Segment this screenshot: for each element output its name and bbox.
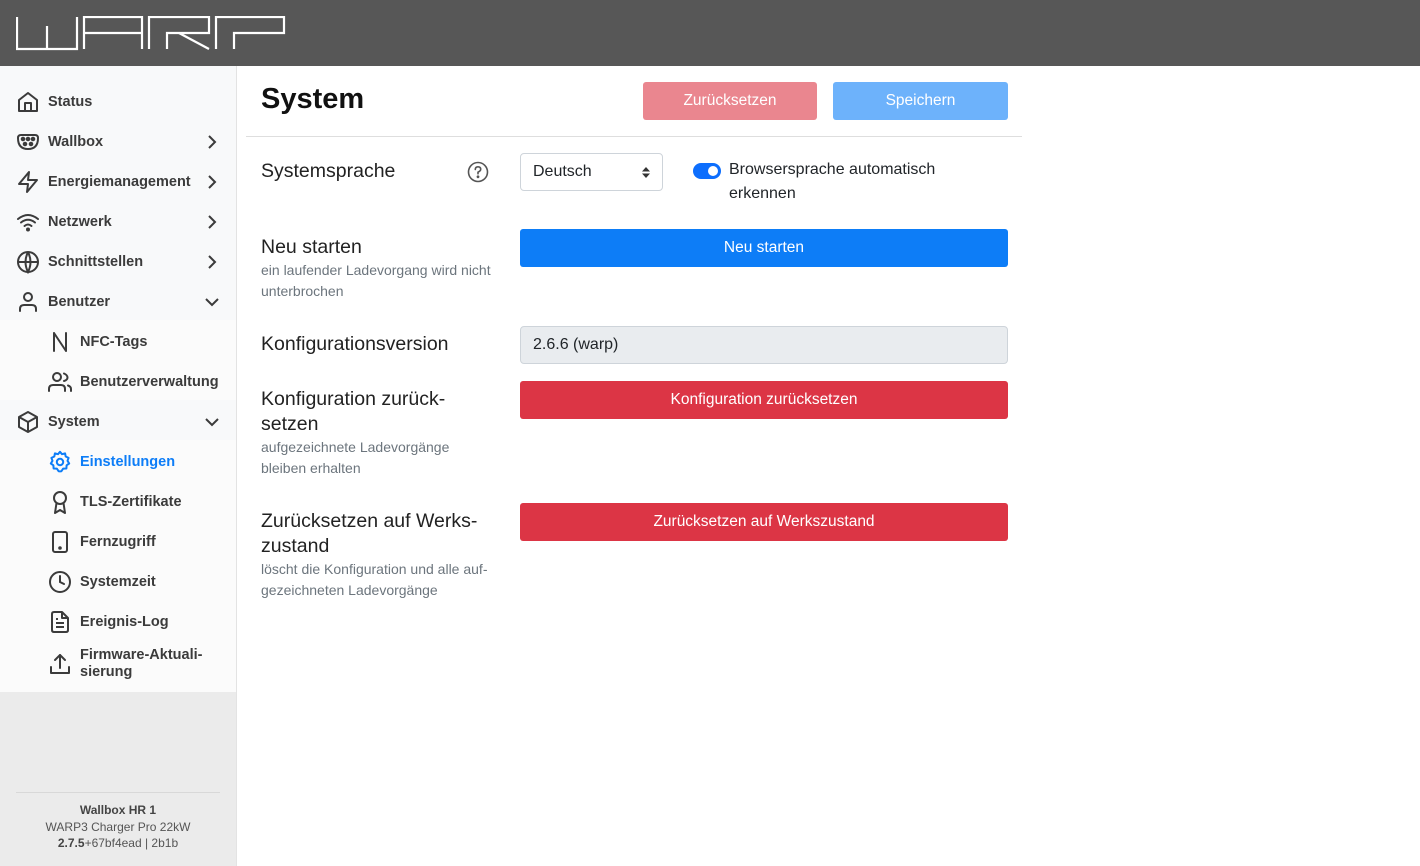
- restart-button[interactable]: Neu starten: [520, 229, 1008, 267]
- factory-reset-button[interactable]: Zurücksetzen auf Werkszustand: [520, 503, 1008, 541]
- device-name: Wallbox HR 1: [79, 803, 157, 817]
- auto-detect-toggle[interactable]: [693, 163, 721, 179]
- sidebar-item-firmware[interactable]: Firmware-Aktuali-sierung: [0, 642, 236, 686]
- factory-reset-label: Zurücksetzen auf Werks-zustand: [261, 510, 478, 557]
- toggle-knob: [708, 166, 718, 176]
- gear-icon: [49, 450, 71, 473]
- sidebar-item-label: Benutzerverwaltung: [80, 374, 219, 390]
- device-model: WARP3 Charger Pro 22kW: [45, 819, 191, 834]
- restart-hint: ein laufender Ladevorgang wird nicht unt…: [261, 262, 491, 299]
- sidebar-item-schnittstellen[interactable]: Schnittstellen: [0, 242, 236, 282]
- sidebar-item-einstellungen[interactable]: Einstellungen: [0, 442, 236, 482]
- chevron-right-icon: [208, 255, 217, 269]
- tablet-icon: [52, 531, 68, 553]
- sidebar-footer: Wallbox HR 1 WARP3 Charger Pro 22kW 2.7.…: [16, 792, 220, 852]
- auto-detect-label: Browsersprache automatisch erkennen: [729, 161, 936, 202]
- sidebar-item-label: NFC-Tags: [80, 334, 148, 350]
- factory-reset-hint: löscht die Konfiguration und alle auf­ge…: [261, 561, 488, 598]
- sidebar-item-label: Firmware-Aktuali-sierung: [80, 647, 203, 680]
- top-bar: [0, 0, 1420, 66]
- sidebar-item-label: Ereignis-Log: [80, 614, 169, 630]
- sidebar-item-label: Schnittstellen: [48, 254, 144, 270]
- sidebar-item-label: Wallbox: [48, 134, 104, 150]
- user-icon: [19, 292, 37, 312]
- config-reset-label: Konfiguration zurück-setzen: [261, 388, 446, 435]
- globe-icon: [17, 251, 39, 274]
- sidebar-item-nfc-tags[interactable]: NFC-Tags: [0, 322, 236, 362]
- sidebar-item-label: Netzwerk: [48, 214, 112, 230]
- restart-label: Neu starten: [261, 236, 362, 258]
- warp-logo: [16, 16, 286, 51]
- charger-plug-icon: [16, 134, 40, 151]
- config-version-label: Konfigurationsversion: [261, 333, 449, 355]
- file-text-icon: [51, 611, 69, 633]
- clock-icon: [49, 571, 71, 593]
- sidebar-item-benutzer[interactable]: Benutzer: [0, 282, 236, 322]
- sidebar-item-systemzeit[interactable]: Systemzeit: [0, 562, 236, 602]
- lightning-icon: [18, 171, 38, 193]
- sidebar-item-ereignis-log[interactable]: Ereignis-Log: [0, 602, 236, 642]
- nfc-icon: [53, 332, 67, 352]
- wifi-icon: [17, 214, 39, 232]
- award-icon: [53, 491, 67, 514]
- box-icon: [18, 411, 38, 433]
- sidebar-item-label: TLS-Zertifikate: [80, 494, 182, 510]
- sidebar-item-system[interactable]: System: [0, 402, 236, 442]
- sidebar-item-label: Benutzer: [48, 294, 111, 310]
- sidebar-item-label: Energiemanagement: [48, 174, 191, 190]
- sidebar-item-label: Systemzeit: [80, 574, 156, 590]
- chevron-right-icon: [208, 215, 217, 229]
- help-icon[interactable]: [467, 161, 489, 183]
- sidebar-item-label: Einstellungen: [80, 454, 176, 470]
- config-reset-hint: aufgezeichnete Ladevorgänge bleiben erha…: [261, 439, 450, 476]
- sidebar-item-label: Fernzugriff: [80, 534, 156, 550]
- reset-button[interactable]: Zurücksetzen: [643, 82, 817, 120]
- sidebar: Status Wallbox Energiemanagement Netzwer…: [0, 66, 237, 866]
- config-version-field: 2.6.6 (warp): [520, 326, 1008, 364]
- users-icon: [48, 372, 72, 392]
- sidebar-item-benutzerverwaltung[interactable]: Benutzerverwaltung: [0, 362, 236, 402]
- home-icon: [18, 92, 38, 112]
- chevron-down-icon: [205, 298, 219, 307]
- sidebar-item-wallbox[interactable]: Wallbox: [0, 122, 236, 162]
- sidebar-item-tls-zertifikate[interactable]: TLS-Zertifikate: [0, 482, 236, 522]
- chevron-down-icon: [205, 418, 219, 427]
- language-select-value: Deutsch: [533, 163, 592, 180]
- sidebar-item-status[interactable]: Status: [0, 82, 236, 122]
- sidebar-item-fernzugriff[interactable]: Fernzugriff: [0, 522, 236, 562]
- config-reset-button[interactable]: Konfiguration zurücksetzen: [520, 381, 1008, 419]
- chevron-right-icon: [208, 135, 217, 149]
- header-divider: [246, 136, 1022, 137]
- chevron-right-icon: [208, 175, 217, 189]
- select-caret-icon: [642, 167, 650, 178]
- language-label: Systemsprache: [261, 160, 396, 182]
- upload-icon: [50, 654, 70, 674]
- sidebar-item-label: Status: [48, 94, 93, 110]
- page-title: System: [261, 83, 365, 115]
- language-select[interactable]: Deutsch: [520, 153, 663, 191]
- sidebar-item-label: System: [48, 414, 100, 430]
- save-button[interactable]: Speichern: [833, 82, 1008, 120]
- firmware-version: 2.7.5+67bf4ead | 2b1b: [57, 836, 179, 850]
- sidebar-item-energiemanagement[interactable]: Energiemanagement: [0, 162, 236, 202]
- sidebar-item-netzwerk[interactable]: Netzwerk: [0, 202, 236, 242]
